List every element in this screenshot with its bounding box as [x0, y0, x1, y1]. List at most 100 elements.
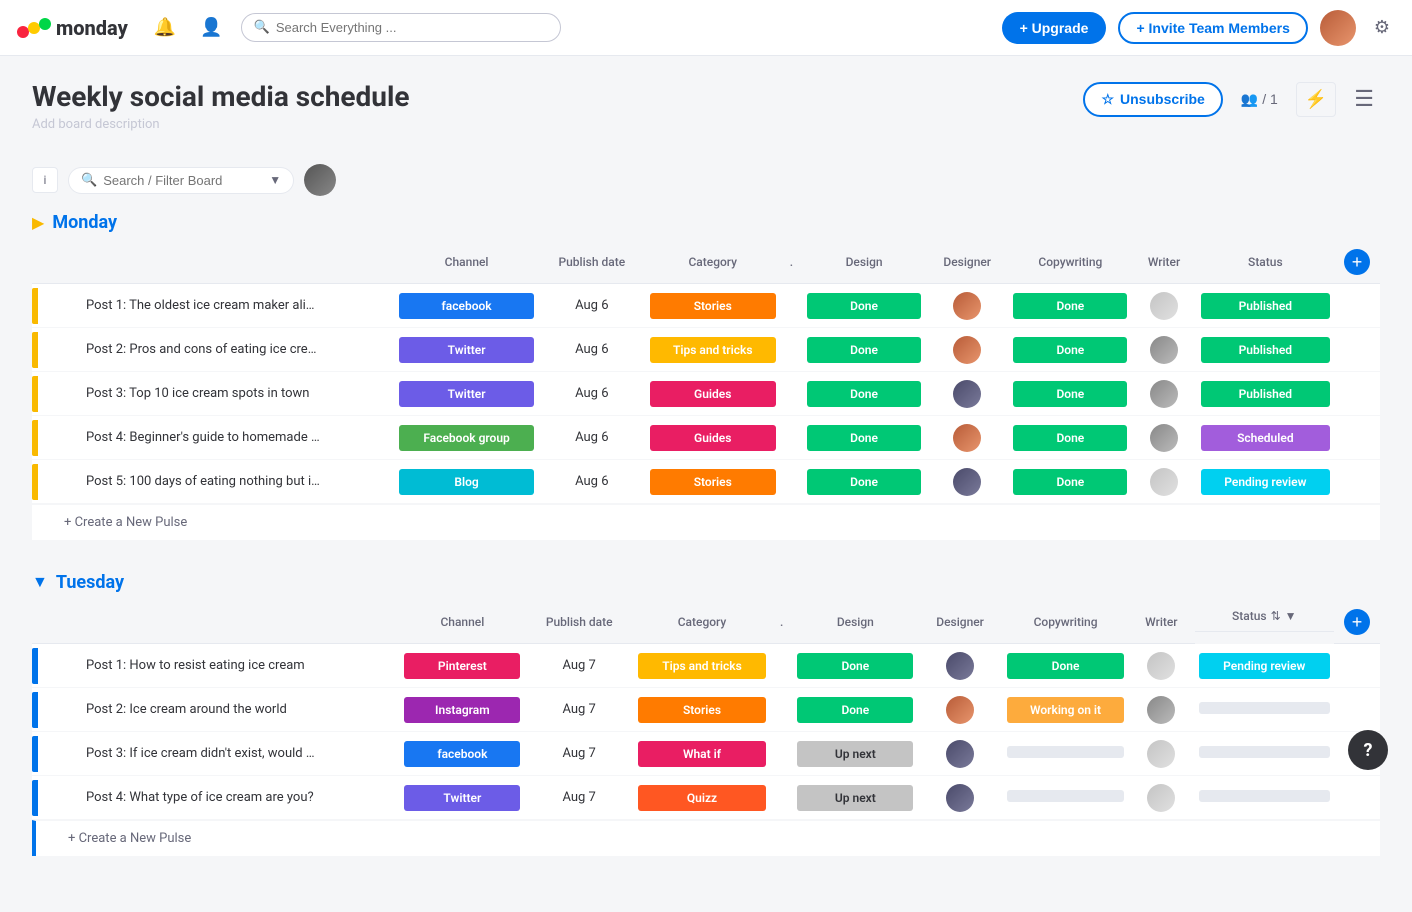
notifications-button[interactable]: 🔔 — [148, 11, 182, 44]
designer-cell — [929, 380, 1005, 408]
monday-collapse-button[interactable]: ▶ — [32, 213, 44, 233]
table-row[interactable]: Post 4: Beginner's guide to homemade ic.… — [32, 416, 1380, 460]
design-badge: Done — [807, 469, 921, 495]
status-dropdown-icon[interactable]: ▼ — [1285, 609, 1297, 623]
star-icon: ☆ — [1101, 91, 1114, 108]
category-badge: Stories — [638, 697, 766, 723]
table-row[interactable]: Post 2: Ice cream around the world Insta… — [32, 688, 1380, 732]
copywriting-badge: Done — [1013, 381, 1127, 407]
filter-bar[interactable]: 🔍 ▼ — [68, 167, 294, 194]
design-badge: Done — [807, 425, 921, 451]
board-menu-button[interactable]: ☰ — [1348, 80, 1380, 118]
invite-button[interactable]: + Invite Team Members — [1118, 12, 1307, 44]
tuesday-col-add: + — [1334, 601, 1380, 644]
tuesday-col-copywriting: Copywriting — [1003, 601, 1128, 644]
monday-group-title[interactable]: Monday — [52, 212, 117, 233]
info-button[interactable]: i — [32, 167, 58, 193]
writer-cell — [1135, 336, 1192, 364]
tuesday-col-designer: Designer — [917, 601, 1003, 644]
date-cell: Aug 7 — [528, 782, 630, 813]
tuesday-table: Channel Publish date Category . Design D… — [32, 601, 1380, 820]
designer-cell — [929, 424, 1005, 452]
members-icon: 👥 — [1241, 91, 1258, 108]
status-badge: Scheduled — [1201, 425, 1330, 451]
board-desc[interactable]: Add board description — [32, 117, 410, 132]
monday-col-design: Design — [803, 241, 925, 284]
channel-badge: Facebook group — [399, 425, 534, 451]
design-badge: Done — [807, 337, 921, 363]
people-button[interactable]: 👤 — [194, 11, 228, 44]
person-filter-button[interactable] — [304, 164, 336, 196]
logo-label: monday — [56, 16, 128, 40]
category-badge: Guides — [650, 381, 776, 407]
writer-cell — [1132, 784, 1190, 812]
status-badge: Pending review — [1199, 653, 1330, 679]
monday-col-writer: Writer — [1131, 241, 1196, 284]
table-row[interactable]: Post 5: 100 days of eating nothing but i… — [32, 460, 1380, 504]
filter-search-icon: 🔍 — [81, 173, 97, 188]
row-title: Post 2: Pros and cons of eating ice crea… — [78, 332, 328, 367]
activity-button[interactable]: ⚡ — [1296, 82, 1336, 117]
help-button[interactable]: ? — [1348, 730, 1388, 770]
copywriting-badge — [1007, 746, 1124, 758]
row-title: Post 1: How to resist eating ice cream — [78, 648, 328, 683]
channel-badge: Twitter — [399, 337, 534, 363]
channel-badge: facebook — [399, 293, 534, 319]
tuesday-group-title[interactable]: Tuesday — [56, 572, 124, 593]
monday-col-channel: Channel — [395, 241, 538, 284]
monday-add-col-button[interactable]: + — [1344, 249, 1370, 275]
tuesday-col-category: Category — [634, 601, 770, 644]
filter-dropdown-icon[interactable]: ▼ — [269, 173, 281, 187]
row-title: Post 2: Ice cream around the world — [78, 692, 328, 727]
filter-input[interactable] — [103, 173, 263, 188]
table-row[interactable]: Post 3: If ice cream didn't exist, would… — [32, 732, 1380, 776]
status-badge — [1199, 702, 1330, 714]
members-button[interactable]: 👥 / 1 — [1235, 85, 1284, 114]
design-badge: Done — [797, 697, 913, 723]
status-sort-icon[interactable]: ⇅ — [1271, 609, 1281, 623]
unsubscribe-button[interactable]: ☆ Unsubscribe — [1083, 82, 1222, 117]
search-input[interactable] — [276, 20, 548, 35]
board-title: Weekly social media schedule — [32, 80, 410, 113]
monday-add-pulse[interactable]: + Create a New Pulse — [32, 504, 1380, 540]
tuesday-col-channel: Channel — [400, 601, 524, 644]
upgrade-button[interactable]: + Upgrade — [1002, 12, 1107, 44]
copywriting-badge: Done — [1013, 469, 1127, 495]
monday-group-header: ▶ Monday — [32, 212, 1380, 233]
copywriting-badge: Done — [1007, 653, 1124, 679]
date-cell: Aug 6 — [542, 378, 642, 409]
avatar[interactable] — [1320, 10, 1356, 46]
date-cell: Aug 7 — [528, 650, 630, 681]
global-search[interactable]: 🔍 — [241, 13, 561, 42]
tuesday-add-pulse[interactable]: + Create a New Pulse — [32, 820, 1380, 856]
date-cell: Aug 7 — [528, 738, 630, 769]
monday-col-status: Status — [1197, 241, 1334, 284]
table-row[interactable]: Post 2: Pros and cons of eating ice crea… — [32, 328, 1380, 372]
table-row[interactable]: Post 3: Top 10 ice cream spots in town T… — [32, 372, 1380, 416]
writer-cell — [1132, 740, 1190, 768]
tuesday-add-col-button[interactable]: + — [1344, 609, 1370, 635]
writer-cell — [1135, 292, 1192, 320]
monday-col-copywriting: Copywriting — [1009, 241, 1131, 284]
designer-cell — [921, 696, 999, 724]
table-row[interactable]: Post 4: What type of ice cream are you? … — [32, 776, 1380, 820]
status-badge: Pending review — [1201, 469, 1330, 495]
design-badge: Done — [797, 653, 913, 679]
tuesday-group-header: ▼ Tuesday — [32, 572, 1380, 593]
channel-badge: Twitter — [399, 381, 534, 407]
table-row[interactable]: Post 1: How to resist eating ice cream P… — [32, 644, 1380, 688]
channel-badge: Twitter — [404, 785, 520, 811]
designer-cell — [929, 336, 1005, 364]
category-badge: Stories — [650, 293, 776, 319]
designer-cell — [929, 292, 1005, 320]
copywriting-badge — [1007, 790, 1124, 802]
search-icon: 🔍 — [254, 20, 270, 35]
user-menu-button[interactable]: ⚙ — [1368, 11, 1396, 44]
tuesday-collapse-button[interactable]: ▼ — [32, 574, 48, 592]
category-badge: Quizz — [638, 785, 766, 811]
logo: monday — [16, 10, 128, 46]
channel-badge: facebook — [404, 741, 520, 767]
table-row[interactable]: Post 1: The oldest ice cream maker alive… — [32, 284, 1380, 328]
category-badge: Tips and tricks — [638, 653, 766, 679]
row-title: Post 5: 100 days of eating nothing but i… — [78, 464, 328, 499]
